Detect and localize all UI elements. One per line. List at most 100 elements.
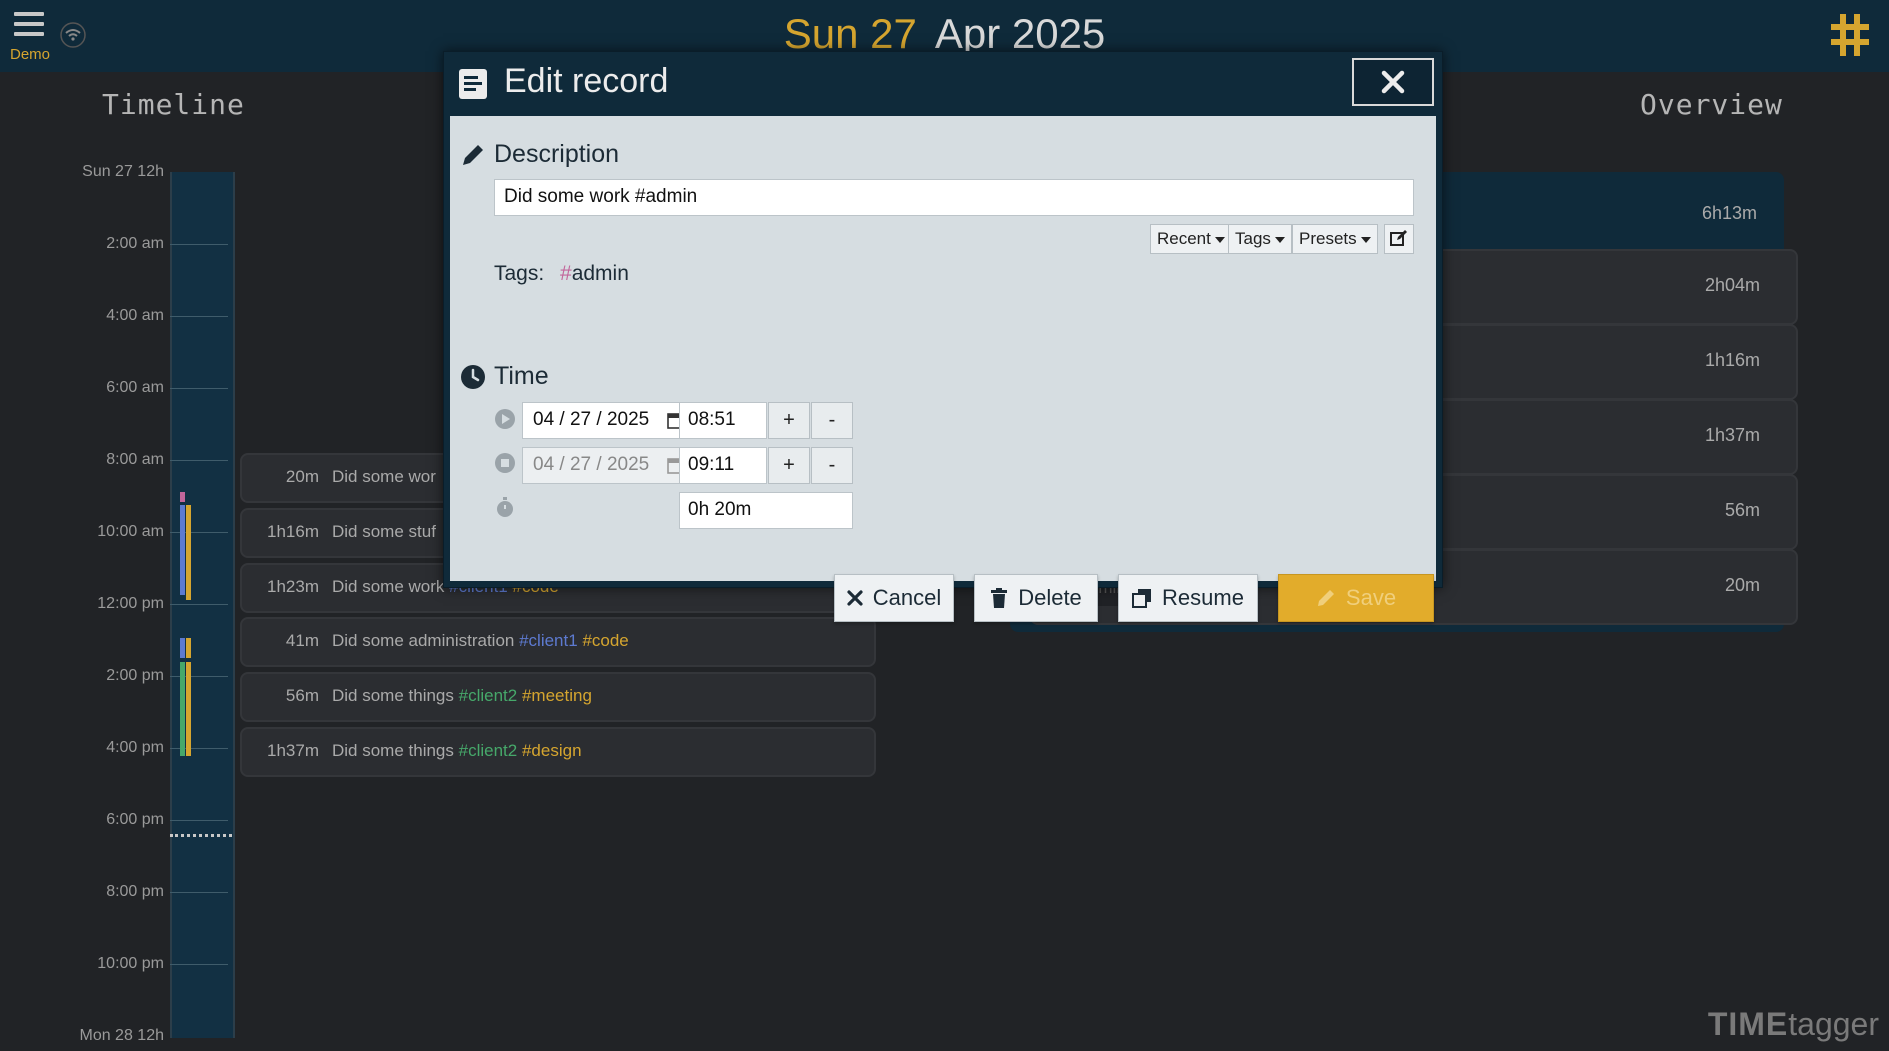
start-time-input[interactable]: 08:51 (679, 402, 767, 439)
timeline-label: 10:00 am (97, 523, 164, 540)
timeline-record[interactable]: 56m Did some things #client2 #meeting (240, 672, 876, 722)
timeline-label: 6:00 pm (106, 811, 164, 828)
timeline-gridline (170, 604, 228, 605)
record-duration: 1h37m (267, 741, 319, 760)
tags-dropdown-button[interactable]: Tags (1228, 224, 1292, 254)
timeline-title: Timeline (102, 88, 245, 121)
timeline-gridline (170, 460, 228, 461)
timeline-label: Mon 28 12h (79, 1027, 164, 1044)
delete-button[interactable]: Delete (974, 574, 1098, 622)
overview-total: 6h13m (1701, 203, 1757, 223)
record-strip[interactable] (186, 662, 191, 756)
close-icon (1381, 70, 1405, 94)
current-time-line (170, 834, 232, 837)
record-strip[interactable] (180, 505, 185, 595)
description-heading: Description (494, 140, 620, 168)
record-duration: 20m (285, 467, 319, 486)
clock-icon (461, 365, 485, 389)
tags-label: Tags: (494, 262, 545, 285)
overview-row-duration: 1h16m (1704, 350, 1760, 370)
timeline-gridline (170, 892, 228, 893)
timeline-label: Sun 27 12h (82, 163, 164, 180)
chevron-down-icon (1274, 236, 1285, 243)
tag-admin[interactable]: #admin (560, 262, 629, 286)
pencil-icon (1317, 590, 1334, 606)
resume-button[interactable]: Resume (1118, 574, 1258, 622)
dialog-title: Edit record (504, 62, 669, 100)
timeline-label: 6:00 am (106, 379, 164, 396)
trash-icon (991, 588, 1008, 608)
document-icon (459, 69, 487, 99)
dialog-body: Description Did some work #admin Recent … (450, 116, 1436, 622)
start-date-input[interactable]: 04 / 27 / 2025 (522, 402, 696, 439)
timeline-gridline (170, 748, 228, 749)
play-icon (495, 409, 515, 429)
record-duration: 1h23m (267, 577, 319, 596)
presets-dropdown-button[interactable]: Presets (1292, 224, 1378, 254)
timeline-label: 8:00 am (106, 451, 164, 468)
overview-row-duration: 20m (1724, 575, 1760, 595)
date-month-year: Apr 2025 (934, 10, 1106, 57)
timetagger-logo-icon[interactable] (1831, 14, 1869, 56)
timetagger-wordmark: TIMEtagger (1707, 1006, 1879, 1042)
timeline-gridline (170, 964, 228, 965)
cancel-button[interactable]: Cancel (834, 574, 954, 622)
save-button[interactable]: Save (1278, 574, 1434, 622)
record-strip[interactable] (180, 638, 185, 658)
edit-record-dialog: Edit record Description Did some work #a… (443, 51, 1443, 622)
time-heading: Time (494, 362, 549, 390)
stopwatch-icon (497, 497, 513, 517)
chevron-down-icon (1214, 236, 1225, 243)
close-button[interactable] (1352, 58, 1434, 106)
close-icon (847, 590, 863, 606)
overview-title: Overview (1640, 88, 1783, 121)
recent-dropdown-button[interactable]: Recent (1150, 224, 1232, 254)
record-strip[interactable] (180, 662, 185, 756)
record-duration: 56m (285, 686, 319, 705)
dialog-header: Edit record (444, 52, 1442, 116)
copy-icon (1132, 589, 1152, 608)
record-description: Did some things #client2 #design (332, 741, 582, 760)
timeline-label: 2:00 am (106, 235, 164, 252)
record-strip[interactable] (180, 492, 185, 502)
start-increment-button[interactable]: + (768, 402, 810, 439)
timeline-label: 4:00 am (106, 307, 164, 324)
overview-row-duration: 56m (1724, 500, 1760, 520)
stop-icon (495, 453, 515, 473)
timeline-gridline (170, 820, 228, 821)
stop-date-input[interactable]: 04 / 27 / 2025 (522, 447, 696, 484)
timeline-label: 10:00 pm (97, 955, 164, 972)
record-strip[interactable] (186, 638, 191, 658)
record-duration: 1h16m (267, 522, 319, 541)
timeline-label: 8:00 pm (106, 883, 164, 900)
stop-decrement-button[interactable]: - (811, 447, 853, 484)
timeline-gridline (170, 388, 228, 389)
record-description: Did some things #client2 #meeting (332, 686, 592, 705)
timeline-label: 4:00 pm (106, 739, 164, 756)
overview-row-duration: 1h37m (1704, 425, 1760, 445)
pencil-icon (463, 145, 483, 165)
timeline-record[interactable]: 41m Did some administration #client1 #co… (240, 617, 876, 667)
start-decrement-button[interactable]: - (811, 402, 853, 439)
timeline-gridline (170, 532, 228, 533)
edit-presets-button[interactable] (1384, 224, 1414, 254)
record-description: Did some wor (332, 467, 436, 486)
timeline-label: 12:00 pm (97, 595, 164, 612)
chevron-down-icon (1360, 236, 1371, 243)
timeline-gridline (170, 244, 228, 245)
timeline-bar[interactable] (170, 172, 235, 1038)
timeline-record[interactable]: 1h37m Did some things #client2 #design (240, 727, 876, 777)
record-description: Did some stuf (332, 522, 436, 541)
record-duration: 41m (285, 631, 319, 650)
timeline-label: 2:00 pm (106, 667, 164, 684)
duration-input[interactable]: 0h 20m (679, 492, 853, 529)
overview-row-duration: 2h04m (1704, 275, 1760, 295)
timeline-gridline (170, 316, 228, 317)
record-strip[interactable] (186, 505, 191, 600)
stop-time-input[interactable]: 09:11 (679, 447, 767, 484)
timeline-gridline (170, 676, 228, 677)
record-description: Did some administration #client1 #code (332, 631, 629, 650)
stop-increment-button[interactable]: + (768, 447, 810, 484)
description-input[interactable]: Did some work #admin (494, 179, 1414, 216)
date-day: Sun 27 (783, 10, 917, 57)
